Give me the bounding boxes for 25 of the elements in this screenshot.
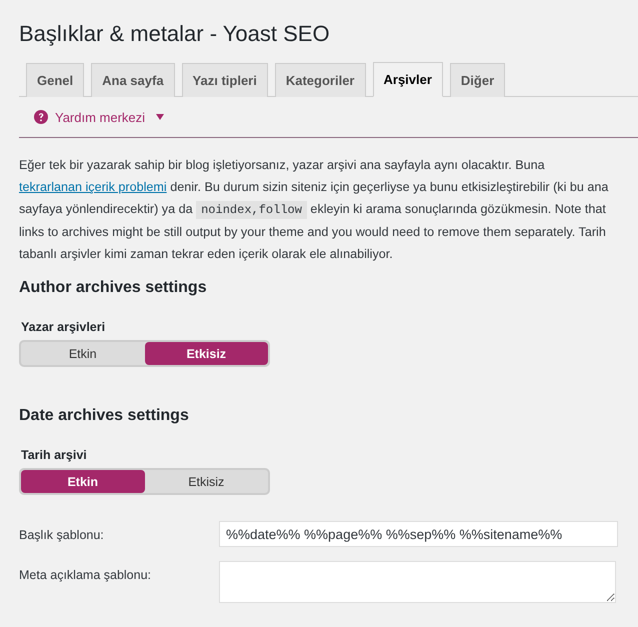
section-heading: Author archives settings [19,278,208,298]
toggle-label: Yazar arşivleri [21,319,106,335]
tab[interactable]: Ana sayfa [91,63,175,97]
tab[interactable]: Diğer [450,63,506,97]
code-snippet: noindex,follow [196,201,307,219]
field-label: Meta açıklama şablonu: [19,567,152,582]
textarea-field[interactable] [219,561,616,603]
toggle-option[interactable]: Etkisiz [144,470,268,493]
toggle-option[interactable]: Etkin [21,470,144,493]
tab[interactable]: Genel [26,63,84,97]
page-title: Başlıklar & metalar - Yoast SEO [19,20,331,48]
link[interactable]: tekrarlanan içerik problemi [19,180,167,194]
help-center-button[interactable]: Yardım merkezi [34,110,164,124]
help-icon [34,110,48,124]
section-heading: Date archives settings [19,406,190,426]
caret-icon [156,114,164,120]
toggle-label: Tarih arşivi [21,447,88,463]
tab[interactable]: Kategoriler [274,63,366,97]
intro-paragraph: Eğer tek bir yazarak sahip bir blog işletiyorsanız, yazar arşivi ana sayfayla aynı olacaktır. Buna tekrarlanan içerik problemi denir. Bu durum sizin siteniz için geçerliyse ya bunu etkisizleştirebilir (ki bu ana sayfaya yönlendirecektir) ya da noindex,follow ekleyin ki arama sonuçlarında gözükmesin. Note that links to archives might be still output by your theme and you would need to remove them separately. Tarih tabanlı arşivler kimi zaman tekrar eden içerik olarak ele alınabiliyor. [19,157,610,263]
toggle-option[interactable]: Etkisiz [144,342,268,365]
tab[interactable]: Arşivler [372,62,443,97]
toggle-option[interactable]: Etkin [21,342,144,365]
input-field[interactable]: %%date%% %%page%% %%sep%% %%sitename%% [219,521,618,547]
field-label: Başlık şablonu: [19,527,105,542]
tab[interactable]: Yazı tipleri [182,63,268,97]
